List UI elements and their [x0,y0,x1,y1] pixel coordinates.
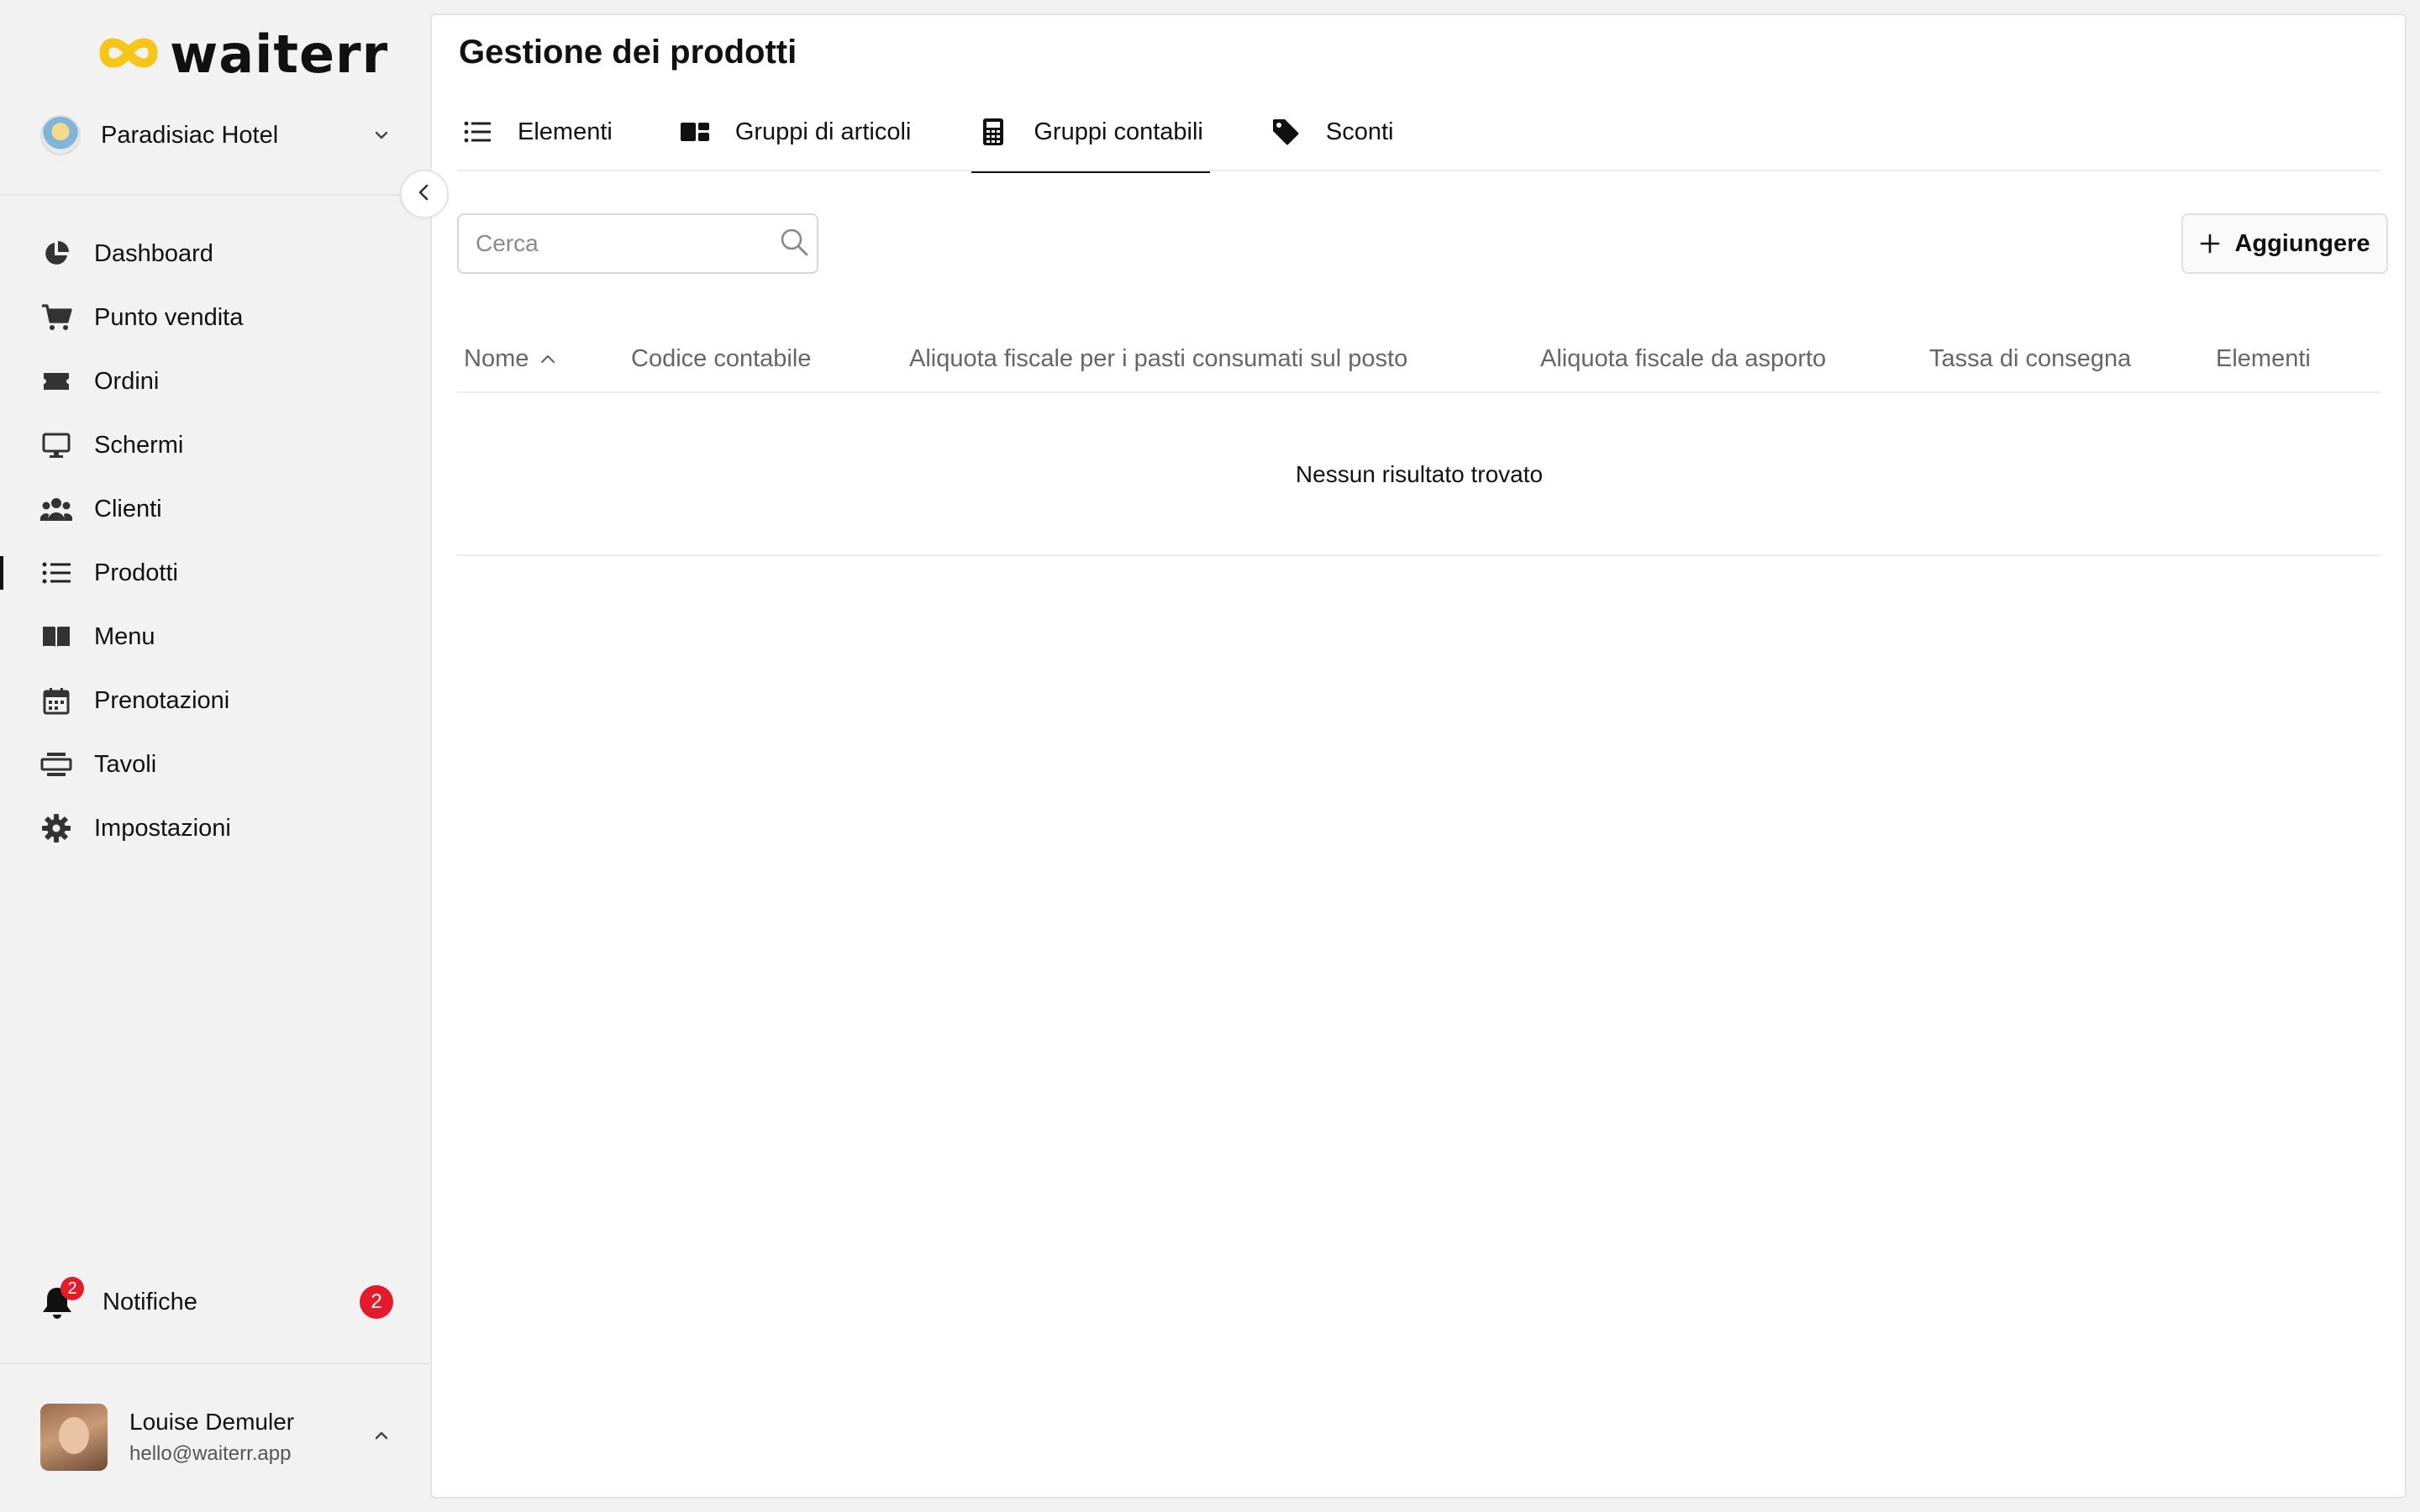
page-title: Gestione dei prodotti [459,34,797,71]
pie-chart-icon [40,238,72,270]
column-header-aliquota-sul-posto[interactable]: Aliquota fiscale per i pasti consumati s… [909,326,1407,391]
sidebar-item-schermi[interactable]: Schermi [0,413,429,477]
avatar [40,1404,108,1471]
column-header-codice-contabile[interactable]: Codice contabile [631,326,811,391]
column-label: Nome [464,344,529,372]
sidebar-item-menu[interactable]: Menu [0,605,429,669]
brand-name: waiterr [170,24,389,85]
sidebar-item-ordini[interactable]: Ordini [0,349,429,413]
chevron-left-icon [413,181,435,207]
notifications-count-badge: 2 [360,1285,393,1319]
tab-label: Elementi [518,118,613,145]
tab-label: Gruppi di articoli [734,118,912,145]
users-icon [40,493,72,525]
product-tabs: Elementi Gruppi di articoli Gruppi conta… [455,92,1454,173]
user-name: Louise Demuler [129,1409,295,1435]
sidebar-item-label: Prenotazioni [94,686,230,714]
column-label: Aliquota fiscale da asporto [1540,344,1827,372]
sidebar-item-label: Ordini [94,367,160,395]
list-icon [40,557,72,589]
tab-sconti[interactable]: Sconti [1264,92,1401,171]
column-header-aliquota-asporto[interactable]: Aliquota fiscale da asporto [1540,326,1826,391]
table-header: Nome Codice contabile Aliquota fiscale p… [457,326,2381,393]
sidebar: waiterr Paradisiac Hotel Dashboard Punto… [0,0,429,1512]
sidebar-item-clienti[interactable]: Clienti [0,477,429,541]
venue-name: Paradisiac Hotel [101,121,279,149]
search-box[interactable] [457,213,818,274]
sidebar-item-label: Clienti [94,495,162,522]
sidebar-item-label: Prodotti [94,559,178,586]
venue-selector[interactable]: Paradisiac Hotel [40,112,393,159]
book-icon [40,621,72,653]
add-button[interactable]: Aggiungere [2181,213,2388,274]
list-icon [462,117,492,147]
brand-logo[interactable]: waiterr [97,29,388,81]
search-input[interactable] [476,230,779,257]
empty-state-message: Nessun risultato trovato [457,395,2381,556]
chevron-down-icon [370,123,393,147]
infinity-logo-icon [97,32,160,78]
plus-icon [2199,233,2221,255]
sidebar-item-punto-vendita[interactable]: Punto vendita [0,286,429,349]
monitor-icon [40,429,72,461]
notifications-item[interactable]: 2 Notifiche 2 [40,1277,393,1327]
table-icon [40,748,72,780]
column-label: Aliquota fiscale per i pasti consumati s… [909,344,1408,372]
sidebar-item-tavoli[interactable]: Tavoli [0,732,429,796]
column-label: Elementi [2216,344,2311,372]
search-icon[interactable] [779,227,809,261]
collapse-sidebar-button[interactable] [400,170,449,218]
sidebar-item-label: Schermi [94,431,184,459]
sort-ascending-icon [537,348,559,370]
add-button-label: Aggiungere [2234,229,2370,257]
user-email: hello@waiterr.app [129,1442,292,1465]
calendar-icon [40,685,72,717]
sidebar-item-prenotazioni[interactable]: Prenotazioni [0,669,429,732]
gear-icon [40,812,72,844]
sidebar-divider [0,1362,429,1364]
sidebar-item-prodotti[interactable]: Prodotti [0,541,429,605]
sidebar-nav: Dashboard Punto vendita Ordini Schermi C… [0,222,429,860]
tab-elementi[interactable]: Elementi [455,92,619,171]
sidebar-divider [0,194,429,196]
tab-gruppi-di-articoli[interactable]: Gruppi di articoli [673,92,918,171]
column-label: Codice contabile [631,344,812,372]
bell-icon: 2 [40,1277,84,1320]
sidebar-item-label: Dashboard [94,239,213,267]
chevron-up-icon [370,1424,393,1452]
tab-label: Gruppi contabili [1034,118,1203,145]
sidebar-item-impostazioni[interactable]: Impostazioni [0,796,429,860]
tabs-divider [457,170,2381,171]
user-menu[interactable]: Louise Demuler hello@waiterr.app [40,1403,393,1472]
groups-icon [680,117,710,147]
main-panel: Gestione dei prodotti Elementi Gruppi di… [430,13,2407,1499]
tab-gruppi-contabili[interactable]: Gruppi contabili [971,92,1210,173]
user-info: Louise Demuler hello@waiterr.app [129,1409,370,1466]
ticket-icon [40,365,72,397]
sidebar-item-dashboard[interactable]: Dashboard [0,222,429,286]
notifications-label: Notifiche [103,1288,197,1315]
cart-icon [40,302,72,333]
column-header-elementi[interactable]: Elementi [2216,326,2311,391]
bell-count-badge: 2 [60,1277,84,1300]
tab-label: Sconti [1325,118,1394,145]
column-header-nome[interactable]: Nome [464,326,559,391]
venue-avatar [40,115,81,155]
column-label: Tassa di consegna [1929,344,2132,372]
sidebar-item-label: Menu [94,622,155,650]
sidebar-item-label: Punto vendita [94,303,244,331]
sidebar-item-label: Tavoli [94,750,157,778]
sidebar-item-label: Impostazioni [94,814,231,842]
column-header-tassa-consegna[interactable]: Tassa di consegna [1929,326,2131,391]
calculator-icon [978,117,1008,147]
tag-icon [1270,117,1301,147]
